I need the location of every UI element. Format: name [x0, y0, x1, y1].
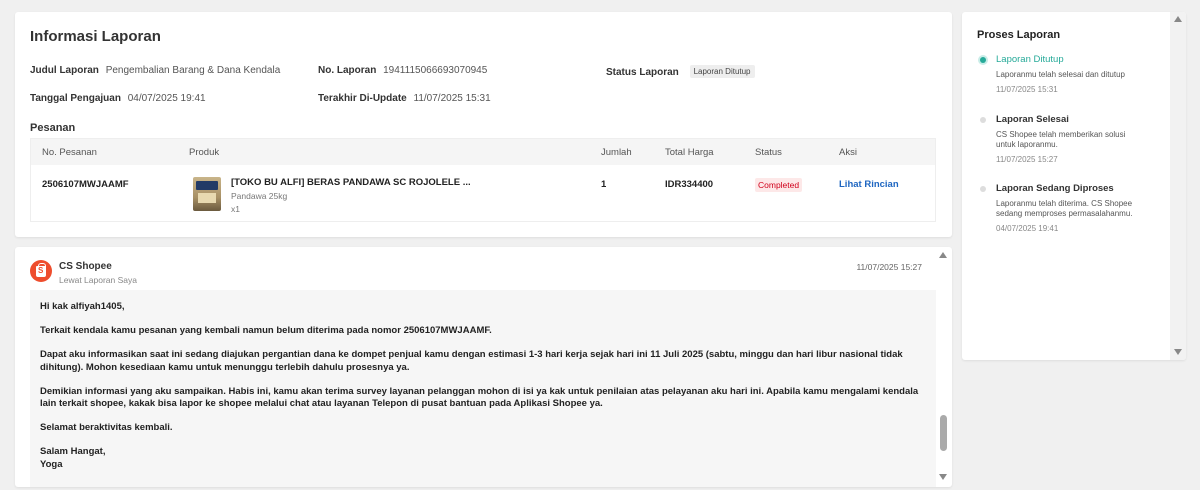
scroll-up-arrow-icon[interactable] — [1174, 16, 1182, 22]
report-status-label: Status Laporan — [606, 67, 679, 78]
report-status-badge: Laporan Ditutup — [689, 65, 755, 78]
step-label: Laporan Ditutup — [996, 54, 1064, 65]
scroll-down-arrow-icon[interactable] — [939, 474, 947, 480]
report-process-card: Proses Laporan Laporan Ditutup Laporanmu… — [962, 12, 1186, 360]
last-update-field: Terakhir Di-Update 11/07/2025 15:31 — [318, 93, 491, 104]
process-step: Laporan Sedang Diproses Laporanmu telah … — [977, 183, 1157, 243]
message-time: 11/07/2025 15:27 — [856, 262, 922, 272]
report-number-value: 1941115066693070945 — [383, 65, 488, 76]
step-dot-icon — [980, 186, 986, 192]
report-info-title: Informasi Laporan — [30, 28, 161, 45]
message-sender: CS Shopee — [59, 261, 112, 272]
scroll-down-arrow-icon[interactable] — [1174, 349, 1182, 355]
order-number: 2506107MWJAAMF — [42, 179, 129, 190]
product-name: [TOKO BU ALFI] BERAS PANDAWA SC ROJOLELE… — [231, 177, 471, 188]
report-number-label: No. Laporan — [318, 65, 377, 76]
message-scrollbar[interactable] — [938, 247, 950, 487]
orders-section-title: Pesanan — [30, 122, 76, 134]
report-number-field: No. Laporan 1941115066693070945 — [318, 65, 487, 76]
step-description: CS Shopee telah memberikan solusi untuk … — [996, 130, 1126, 149]
product-quantity: x1 — [231, 204, 240, 214]
message-paragraph: Demikian informasi yang aku sampaikan. H… — [40, 385, 919, 410]
step-time: 04/07/2025 19:41 — [996, 224, 1059, 233]
step-description: Laporanmu telah selesai dan ditutup — [996, 70, 1125, 79]
message-paragraph: Terkait kendala kamu pesanan yang kembal… — [40, 325, 492, 336]
orders-table: No. Pesanan Produk Jumlah Total Harga St… — [30, 138, 936, 222]
scroll-thumb[interactable] — [940, 415, 947, 451]
col-status: Status — [755, 147, 782, 158]
message-source: Lewat Laporan Saya — [59, 275, 137, 285]
step-time: 11/07/2025 15:31 — [996, 85, 1058, 94]
order-total: IDR334400 — [665, 179, 714, 190]
report-status-field: Status Laporan Laporan Ditutup — [606, 65, 755, 78]
message-paragraph: Salam Hangat, Yoga — [40, 446, 106, 470]
step-description: Laporanmu telah diterima. CS Shopee seda… — [996, 199, 1133, 218]
view-details-link[interactable]: Lihat Rincian — [839, 179, 899, 190]
col-quantity: Jumlah — [601, 147, 632, 158]
product-info: [TOKO BU ALFI] BERAS PANDAWA SC ROJOLELE… — [231, 177, 591, 214]
report-title-field: Judul Laporan Pengembalian Barang & Dana… — [30, 65, 280, 76]
process-scrollbar[interactable] — [1170, 12, 1186, 360]
last-update-value: 11/07/2025 15:31 — [413, 93, 491, 104]
last-update-label: Terakhir Di-Update — [318, 93, 407, 104]
process-step: Laporan Selesai CS Shopee telah memberik… — [977, 114, 1157, 174]
step-dot-icon — [980, 117, 986, 123]
submit-date-field: Tanggal Pengajuan 04/07/2025 19:41 — [30, 93, 206, 104]
col-action: Aksi — [839, 147, 857, 158]
report-info-card: Informasi Laporan Judul Laporan Pengemba… — [15, 12, 952, 237]
process-title: Proses Laporan — [977, 29, 1061, 41]
col-order-no: No. Pesanan — [42, 147, 97, 158]
submit-date-value: 04/07/2025 19:41 — [127, 93, 206, 104]
report-title-value: Pengembalian Barang & Dana Kendala — [105, 65, 281, 76]
message-paragraph: Selamat beraktivitas kembali. — [40, 422, 173, 433]
table-row: 2506107MWJAAMF [TOKO BU ALFI] BERAS PAND… — [31, 165, 935, 221]
step-label: Laporan Sedang Diproses — [996, 183, 1114, 194]
step-time: 11/07/2025 15:27 — [996, 155, 1058, 164]
message-paragraph: Dapat aku informasikan saat ini sedang d… — [40, 349, 903, 373]
product-variation: Pandawa 25kg — [231, 191, 288, 201]
shopee-bag-icon — [30, 260, 52, 282]
message-body: Hi kak alfiyah1405, Terkait kendala kamu… — [30, 290, 936, 487]
product-image — [193, 177, 221, 211]
message-card: CS Shopee Lewat Laporan Saya 11/07/2025 … — [15, 247, 952, 487]
process-step: Laporan Ditutup Laporanmu telah selesai … — [977, 54, 1157, 114]
submit-date-label: Tanggal Pengajuan — [30, 93, 121, 104]
step-label: Laporan Selesai — [996, 114, 1069, 125]
order-quantity: 1 — [601, 179, 607, 190]
step-dot-icon — [980, 57, 986, 63]
report-title-label: Judul Laporan — [30, 65, 99, 76]
orders-table-header: No. Pesanan Produk Jumlah Total Harga St… — [31, 139, 935, 165]
col-product: Produk — [189, 147, 220, 158]
col-total-price: Total Harga — [665, 147, 714, 158]
order-status-badge: Completed — [755, 178, 803, 192]
scroll-up-arrow-icon[interactable] — [939, 252, 947, 258]
message-paragraph: Hi kak alfiyah1405, — [40, 301, 125, 312]
